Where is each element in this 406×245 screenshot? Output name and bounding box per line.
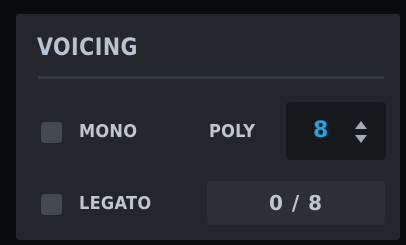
voice-count-text: 0 / 8 — [268, 191, 324, 215]
mono-checkbox[interactable] — [41, 122, 62, 143]
voice-count-display: 0 / 8 — [207, 181, 385, 225]
mono-label: MONO — [79, 121, 138, 142]
up-down-arrows-icon[interactable] — [352, 118, 370, 146]
section-divider — [38, 76, 384, 79]
section-title: VOICING — [37, 33, 138, 61]
poly-label: POLY — [209, 121, 256, 142]
poly-spinbox[interactable]: 8 — [286, 102, 386, 160]
voicing-panel: VOICING MONO POLY 8 LEGATO 0 / 8 — [16, 14, 400, 240]
legato-label: LEGATO — [79, 193, 152, 214]
legato-checkbox[interactable] — [41, 194, 62, 215]
plugin-frame: VOICING MONO POLY 8 LEGATO 0 / 8 — [0, 0, 406, 245]
poly-value[interactable]: 8 — [313, 118, 328, 144]
